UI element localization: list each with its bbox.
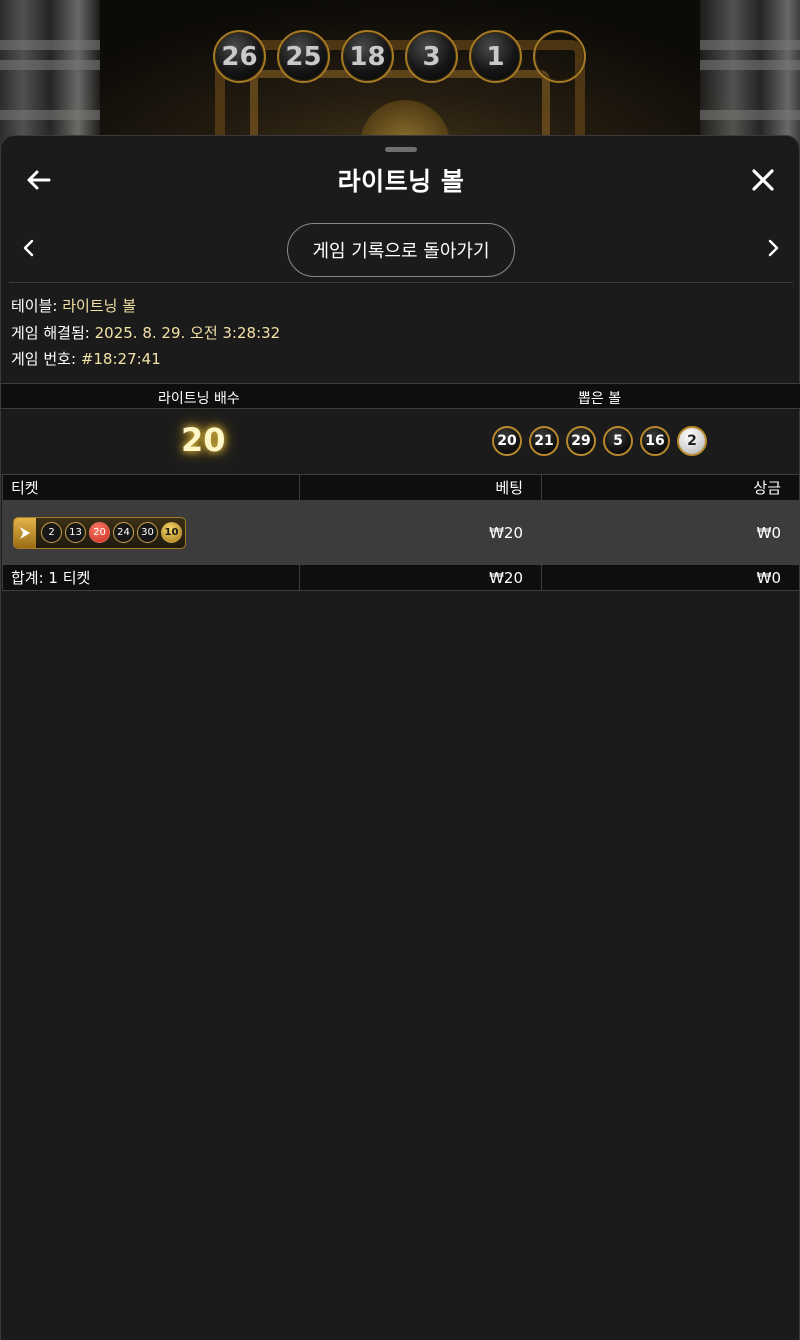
summary-body: 20 20 21 29 5 16 2 — [1, 409, 800, 475]
bet-column-header: 베팅 — [299, 474, 542, 501]
info-label: 게임 해결됨: — [11, 323, 90, 342]
tickets-header-row: 티켓 베팅 상금 — [2, 474, 800, 501]
payout-column-header: 상금 — [541, 474, 800, 501]
drawn-ball-bonus: 2 — [677, 426, 707, 456]
drawn-ball: 21 — [529, 426, 559, 456]
info-row-resolved: 게임 해결됨: 2025. 8. 29. 오전 3:28:32 — [11, 320, 280, 347]
drawn-balls-header: 뽑은 볼 — [578, 391, 622, 407]
drawn-ball: 20 — [492, 426, 522, 456]
close-icon[interactable] — [747, 164, 779, 196]
ticket-ball: 13 — [65, 522, 86, 543]
game-info: 테이블: 라이트닝 볼 게임 해결됨: 2025. 8. 29. 오전 3:28… — [11, 293, 280, 373]
result-summary: 라이트닝 배수 뽑은 볼 20 20 21 29 5 16 2 — [1, 383, 800, 475]
back-to-history-button[interactable]: 게임 기록으로 돌아가기 — [287, 223, 515, 277]
top-ball: 18 — [341, 30, 394, 83]
top-ball-empty — [533, 30, 586, 83]
drawn-ball: 29 — [566, 426, 596, 456]
page-title: 라이트닝 볼 — [337, 167, 465, 196]
game-detail-panel: 라이트닝 볼 게임 기록으로 돌아가기 테이블: 라이트닝 볼 게임 해결됨: … — [0, 135, 800, 1340]
payout-cell: ₩0 — [541, 500, 800, 565]
table-row[interactable]: 2 13 20 24 30 10 ₩20 ₩0 — [2, 500, 800, 565]
drawn-ball: 16 — [640, 426, 670, 456]
total-payout: ₩0 — [541, 564, 800, 591]
info-value: 2025. 8. 29. 오전 3:28:32 — [94, 323, 281, 342]
top-ball: 26 — [213, 30, 266, 83]
info-value: #18:27:41 — [80, 350, 161, 368]
drawn-balls: 20 21 29 5 16 2 — [492, 426, 707, 456]
history-nav: 게임 기록으로 돌아가기 — [9, 221, 793, 283]
ticket-ball-bonus: 10 — [161, 522, 182, 543]
ticket-cell: 2 13 20 24 30 10 — [2, 500, 300, 565]
game-background: 26 25 18 3 1 — [0, 0, 800, 150]
top-ball: 25 — [277, 30, 330, 83]
tickets-table: 티켓 베팅 상금 2 13 20 24 30 10 ₩20 ₩0 합계: 1 티… — [2, 474, 800, 591]
drag-handle[interactable] — [385, 147, 417, 152]
multiplier-header: 라이트닝 배수 — [158, 391, 240, 407]
panel-header: 라이트닝 볼 — [1, 156, 800, 206]
lightning-logo-icon — [14, 517, 36, 548]
ticket-ball: 30 — [137, 522, 158, 543]
chevron-right-icon[interactable] — [761, 236, 785, 260]
top-ball: 1 — [469, 30, 522, 83]
ticket-ball: 2 — [41, 522, 62, 543]
info-value: 라이트닝 볼 — [62, 297, 137, 315]
ticket-ball: 24 — [113, 522, 134, 543]
total-bet: ₩20 — [299, 564, 542, 591]
chevron-left-icon[interactable] — [17, 236, 41, 260]
summary-header: 라이트닝 배수 뽑은 볼 — [1, 383, 800, 409]
total-row: 합계: 1 티켓 ₩20 ₩0 — [2, 564, 800, 591]
info-label: 테이블: — [11, 297, 58, 315]
info-label: 게임 번호: — [11, 350, 77, 368]
lightning-multiplier: 20 — [181, 421, 226, 459]
info-row-game-number: 게임 번호: #18:27:41 — [11, 346, 280, 373]
ticket-column-header: 티켓 — [2, 474, 300, 501]
info-row-table: 테이블: 라이트닝 볼 — [11, 293, 280, 320]
total-label: 합계: 1 티켓 — [2, 564, 300, 591]
ticket-chip[interactable]: 2 13 20 24 30 10 — [13, 516, 186, 549]
drawn-balls-strip: 26 25 18 3 1 — [213, 30, 586, 83]
top-ball: 3 — [405, 30, 458, 83]
bet-cell: ₩20 — [299, 500, 542, 565]
pillar-left — [0, 0, 100, 150]
ticket-ball-matched: 20 — [89, 522, 110, 543]
drawn-ball: 5 — [603, 426, 633, 456]
pillar-right — [700, 0, 800, 150]
